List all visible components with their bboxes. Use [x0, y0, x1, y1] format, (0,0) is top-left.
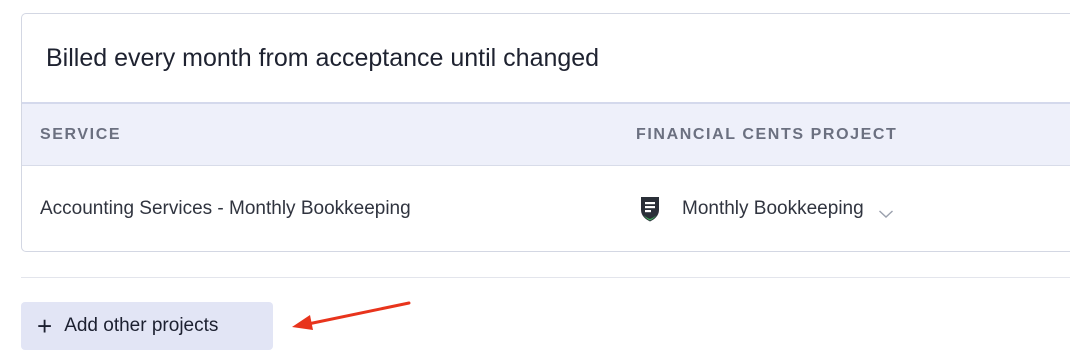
billing-card: Billed every month from acceptance until… [21, 13, 1070, 252]
red-arrow-icon [292, 301, 411, 330]
project-name: Monthly Bookkeeping [682, 197, 864, 219]
column-header-service: SERVICE [40, 125, 122, 143]
service-name: Accounting Services - Monthly Bookkeepin… [40, 197, 411, 219]
project-select[interactable]: Monthly Bookkeeping [638, 195, 894, 223]
table-row: Accounting Services - Monthly Bookkeepin… [22, 166, 1070, 251]
table-header: SERVICE FINANCIAL CENTS PROJECT [22, 104, 1070, 166]
column-header-project: FINANCIAL CENTS PROJECT [636, 125, 898, 143]
plus-icon: + [37, 311, 53, 341]
chevron-down-icon[interactable] [878, 206, 894, 218]
financial-cents-shield-icon [638, 195, 662, 223]
add-button-label: Add other projects [64, 315, 219, 336]
section-divider [21, 277, 1070, 278]
card-title: Billed every month from acceptance until… [22, 14, 1070, 104]
add-other-projects-button[interactable]: + Add other projects [21, 302, 273, 350]
